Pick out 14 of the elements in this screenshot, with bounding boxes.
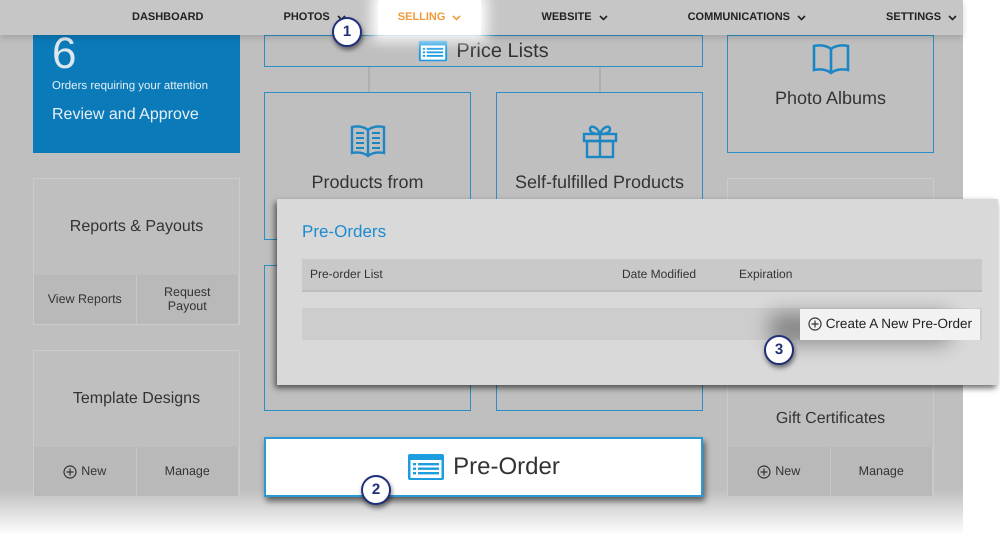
tile-title: Price Lists [456,41,549,61]
column-header: Date Modified [622,266,698,283]
tile-title: Pre-Order [453,452,560,482]
card-title: Reports & Payouts [68,217,204,237]
tile-title: Photo Albums [774,87,886,110]
card-title: Template Designs [72,389,202,409]
column-header: Expiration [739,266,792,283]
card-caption: Orders requiring your attention [52,78,209,94]
tile-title: Self-fulfilled Products [514,171,684,194]
tile-title: Products from [311,171,424,194]
step-number-badge: 1 [332,17,362,47]
card-title: Gift Certificates [774,409,886,429]
column-header: Pre-order List [310,266,384,283]
dialog-title: Pre-Orders [302,221,388,243]
